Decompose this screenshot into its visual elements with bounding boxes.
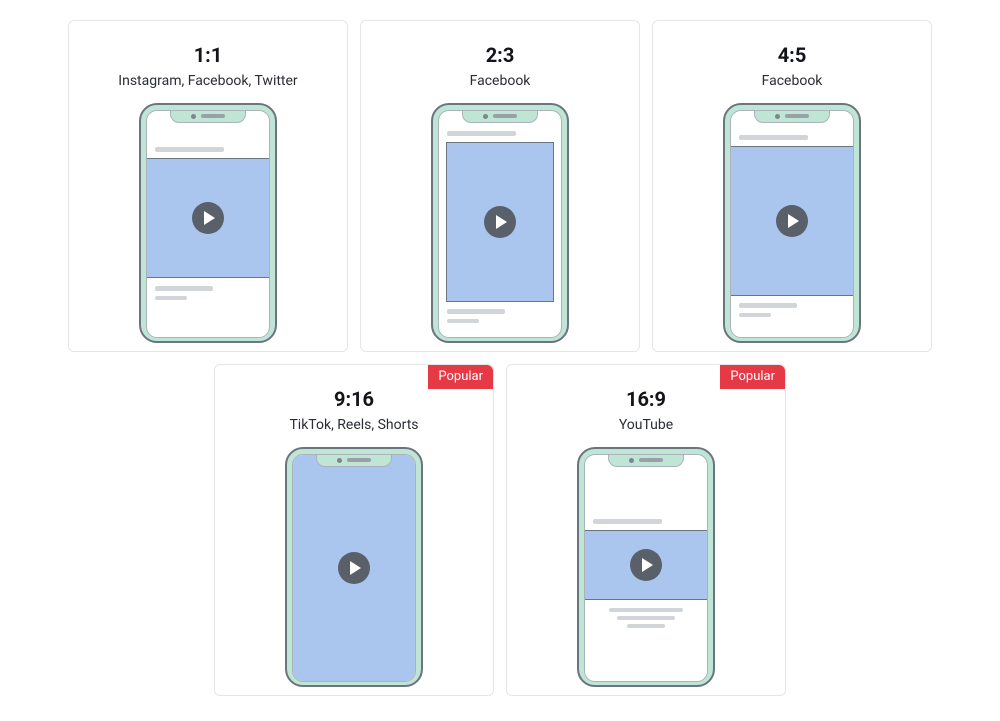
phone-mockup: [285, 447, 423, 687]
phone-notch: [316, 454, 392, 467]
play-icon: [338, 552, 370, 584]
phone-notch: [754, 110, 830, 123]
phone-mockup: [431, 103, 569, 343]
phone-notch: [170, 110, 246, 123]
play-icon: [192, 202, 224, 234]
play-icon: [630, 549, 662, 581]
aspect-ratio-grid: 1:1 Instagram, Facebook, Twitter: [68, 20, 933, 696]
phone-notch: [462, 110, 538, 123]
phone-mockup: [723, 103, 861, 343]
phone-mockup: [139, 103, 277, 343]
aspect-card-4-5[interactable]: 4:5 Facebook: [652, 20, 932, 352]
ratio-title: 1:1: [194, 43, 223, 67]
play-icon: [776, 205, 808, 237]
ratio-title: 16:9: [626, 387, 666, 411]
aspect-card-1-1[interactable]: 1:1 Instagram, Facebook, Twitter: [68, 20, 348, 352]
ratio-title: 4:5: [778, 43, 807, 67]
phone-notch: [608, 454, 684, 467]
ratio-title: 2:3: [486, 43, 515, 67]
aspect-card-9-16[interactable]: Popular 9:16 TikTok, Reels, Shorts: [214, 364, 494, 696]
popular-badge: Popular: [428, 365, 493, 389]
platforms-label: TikTok, Reels, Shorts: [289, 417, 418, 433]
platforms-label: Instagram, Facebook, Twitter: [118, 73, 297, 89]
platforms-label: Facebook: [762, 73, 823, 89]
ratio-title: 9:16: [334, 387, 374, 411]
aspect-card-16-9[interactable]: Popular 16:9 YouTube: [506, 364, 786, 696]
phone-mockup: [577, 447, 715, 687]
platforms-label: YouTube: [619, 417, 673, 433]
popular-badge: Popular: [720, 365, 785, 389]
aspect-card-2-3[interactable]: 2:3 Facebook: [360, 20, 640, 352]
play-icon: [484, 206, 516, 238]
platforms-label: Facebook: [470, 73, 531, 89]
